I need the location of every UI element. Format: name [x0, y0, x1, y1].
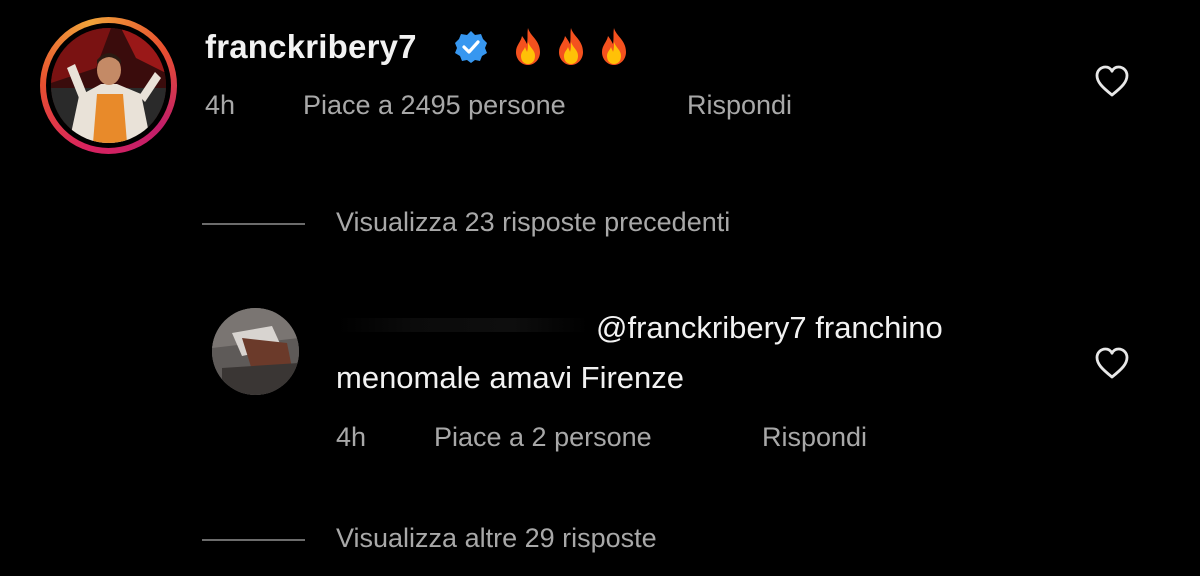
comment-time: 4h	[205, 90, 236, 120]
replies-divider-line	[202, 539, 305, 541]
redacted-username	[338, 318, 588, 332]
fire-emoji-icon	[596, 26, 632, 66]
reply-likes[interactable]: Piace a 2 persone	[434, 422, 652, 453]
heart-icon[interactable]	[1094, 346, 1130, 380]
fire-emoji-icon	[553, 26, 589, 66]
reply-text-line: menomale amavi Firenze	[336, 360, 685, 395]
reply-reply-button[interactable]: Rispondi	[762, 422, 867, 453]
reply-mention-line: @franckribery7 franchino	[596, 310, 943, 345]
comment-likes[interactable]: Piace a 2495 persone	[303, 90, 566, 121]
heart-icon[interactable]	[1094, 64, 1130, 98]
view-previous-replies-button[interactable]: Visualizza 23 risposte precedenti	[336, 207, 730, 238]
comment-username[interactable]: franckribery7	[205, 28, 417, 66]
avatar[interactable]	[51, 28, 166, 143]
verified-badge-icon	[453, 29, 489, 65]
reply-time: 4h	[336, 422, 367, 452]
view-more-replies-button[interactable]: Visualizza altre 29 risposte	[336, 523, 657, 554]
comment-reply-button[interactable]: Rispondi	[687, 90, 792, 121]
reply-avatar[interactable]	[212, 308, 299, 395]
fire-emoji-icon	[510, 26, 546, 66]
replies-divider-line	[202, 223, 305, 225]
